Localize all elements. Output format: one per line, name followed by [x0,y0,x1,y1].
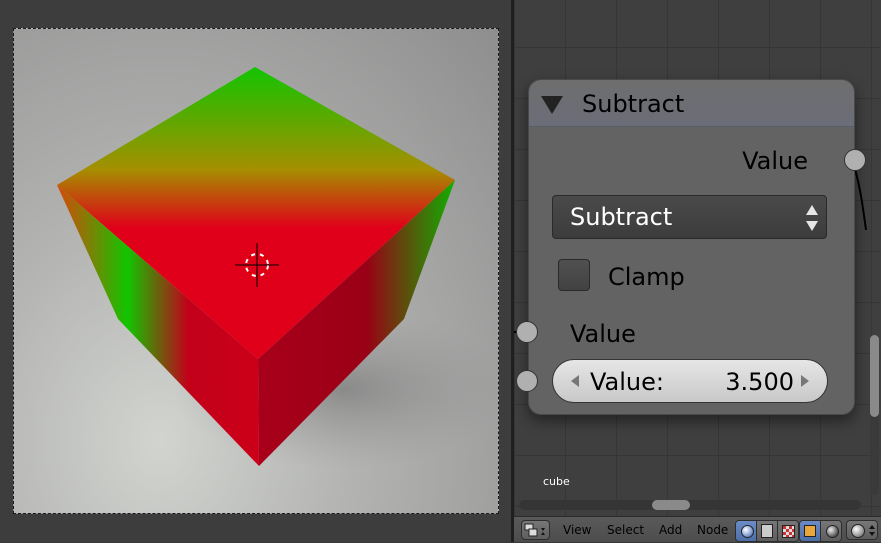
shader-data-selector [799,520,842,542]
output-socket[interactable] [844,149,866,171]
operation-dropdown[interactable]: Subtract [552,195,827,239]
world-icon[interactable] [821,521,841,541]
compositing-icon[interactable] [778,521,798,541]
value-field-label: Value: [590,368,664,396]
material-sphere-icon[interactable] [846,520,878,540]
menu-node[interactable]: Node [697,523,728,537]
editor-type-button[interactable] [521,520,550,540]
tree-type-selector [735,520,799,542]
operation-value: Subtract [570,203,673,231]
node-title: Subtract [582,90,685,118]
clamp-label[interactable]: Clamp [608,263,685,291]
object-icon[interactable] [800,521,821,541]
menu-select[interactable]: Select [607,523,644,537]
3d-viewport[interactable] [0,0,511,542]
input-socket-2[interactable] [516,370,538,392]
node-editor-header: View Select Add Node [514,516,881,542]
vertical-scrollbar[interactable] [870,335,879,495]
menu-add[interactable]: Add [659,523,682,537]
decrement-arrow-icon[interactable] [571,375,579,387]
node-tree-name: cube [543,475,570,488]
value-field-number: 3.500 [725,368,794,396]
up-down-arrows-icon [806,205,818,231]
input-socket-1[interactable] [516,321,538,343]
subtract-node[interactable]: Subtract Value Subtract Clamp Value Valu… [516,79,866,415]
increment-arrow-icon[interactable] [801,375,809,387]
node-editor-canvas[interactable]: Subtract Value Subtract Clamp Value Valu… [514,0,881,516]
node-editor-icon [524,523,545,537]
dropdown-arrows-icon [869,525,875,536]
value-number-field[interactable]: Value: 3.500 [552,359,828,403]
horizontal-scroll-thumb[interactable] [652,500,690,510]
menu-view[interactable]: View [563,523,591,537]
collapse-arrow-icon[interactable] [541,96,563,114]
input-socket-label: Value [570,320,636,348]
shader-icon[interactable] [736,521,757,541]
node-header[interactable]: Subtract [529,80,854,127]
horizontal-scrollbar[interactable] [519,500,861,510]
clamp-checkbox[interactable] [558,259,590,291]
cube-render [57,67,498,469]
vertical-scroll-thumb[interactable] [870,335,879,417]
output-socket-label: Value [742,147,808,175]
render-preview [13,28,499,514]
texture-icon[interactable] [757,521,778,541]
